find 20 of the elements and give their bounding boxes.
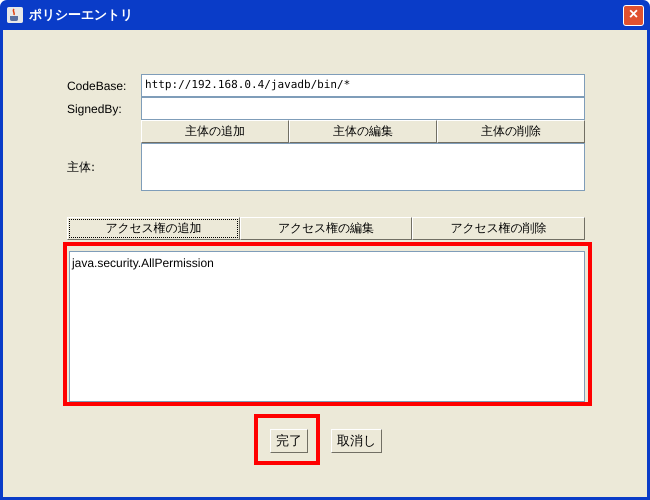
input-field[interactable] [141, 97, 585, 120]
principal-list[interactable] [141, 143, 585, 191]
window-title: ポリシーエントリ [29, 7, 134, 24]
field-label: SignedBy: [67, 100, 123, 118]
dialog-button[interactable]: 取消し [331, 429, 382, 453]
permission-list[interactable]: java.security.AllPermission [69, 251, 585, 402]
permission-item[interactable]: java.security.AllPermission [72, 256, 582, 270]
permission-button[interactable]: アクセス権の削除 [412, 217, 586, 240]
close-button[interactable]: × [623, 4, 644, 26]
highlight-frame [254, 414, 320, 465]
coffee-cup-icon [7, 7, 23, 23]
principal-button[interactable]: 主体の削除 [437, 120, 585, 143]
principal-label: 主体: [67, 158, 96, 176]
input-field[interactable]: http://192.168.0.4/javadb/bin/* [141, 74, 585, 97]
dialog-button[interactable]: 完了 [270, 429, 308, 453]
principal-button[interactable]: 主体の編集 [289, 120, 437, 143]
permission-button[interactable]: アクセス権の追加 [67, 217, 240, 240]
principal-button[interactable]: 主体の追加 [141, 120, 289, 143]
permission-button[interactable]: アクセス権の編集 [240, 217, 412, 240]
field-label: CodeBase: [67, 78, 128, 94]
